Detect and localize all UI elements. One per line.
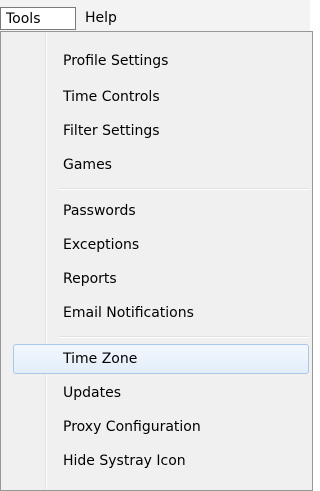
menu-item-label: Passwords xyxy=(63,203,136,219)
menu-separator xyxy=(59,188,309,190)
tools-dropdown-menu: Profile Settings Time Controls Filter Se… xyxy=(0,31,313,491)
menu-item-passwords[interactable]: Passwords xyxy=(13,196,309,226)
menu-item-label: Time Zone xyxy=(63,351,138,367)
menu-item-proxy-configuration[interactable]: Proxy Configuration xyxy=(13,412,309,442)
menu-item-exceptions[interactable]: Exceptions xyxy=(13,230,309,260)
menu-tools[interactable]: Tools xyxy=(0,7,76,30)
menu-item-time-controls[interactable]: Time Controls xyxy=(13,82,309,112)
menu-item-email-notifications[interactable]: Email Notifications xyxy=(13,298,309,328)
menu-item-time-zone[interactable]: Time Zone xyxy=(13,344,309,374)
menu-item-updates[interactable]: Updates xyxy=(13,378,309,408)
menu-item-label: Email Notifications xyxy=(63,305,194,321)
menu-item-filter-settings[interactable]: Filter Settings xyxy=(13,116,309,146)
menu-item-label: Reports xyxy=(63,271,117,287)
menu-bar: Tools Help xyxy=(0,0,310,32)
menu-separator xyxy=(59,336,309,338)
menu-item-label: Exceptions xyxy=(63,237,140,253)
menu-item-games[interactable]: Games xyxy=(13,150,309,180)
menu-item-label: Filter Settings xyxy=(63,123,160,139)
menu-item-label: Games xyxy=(63,157,112,173)
menu-help[interactable]: Help xyxy=(80,7,132,30)
menu-item-label: Time Controls xyxy=(63,89,160,105)
menu-item-label: Hide Systray Icon xyxy=(63,453,186,469)
menu-item-hide-systray-icon[interactable]: Hide Systray Icon xyxy=(13,446,309,476)
menu-item-reports[interactable]: Reports xyxy=(13,264,309,294)
menu-item-label: Proxy Configuration xyxy=(63,419,201,435)
menu-item-label: Profile Settings xyxy=(63,53,169,69)
menu-item-profile-settings[interactable]: Profile Settings xyxy=(13,46,309,76)
menu-item-label: Updates xyxy=(63,385,121,401)
